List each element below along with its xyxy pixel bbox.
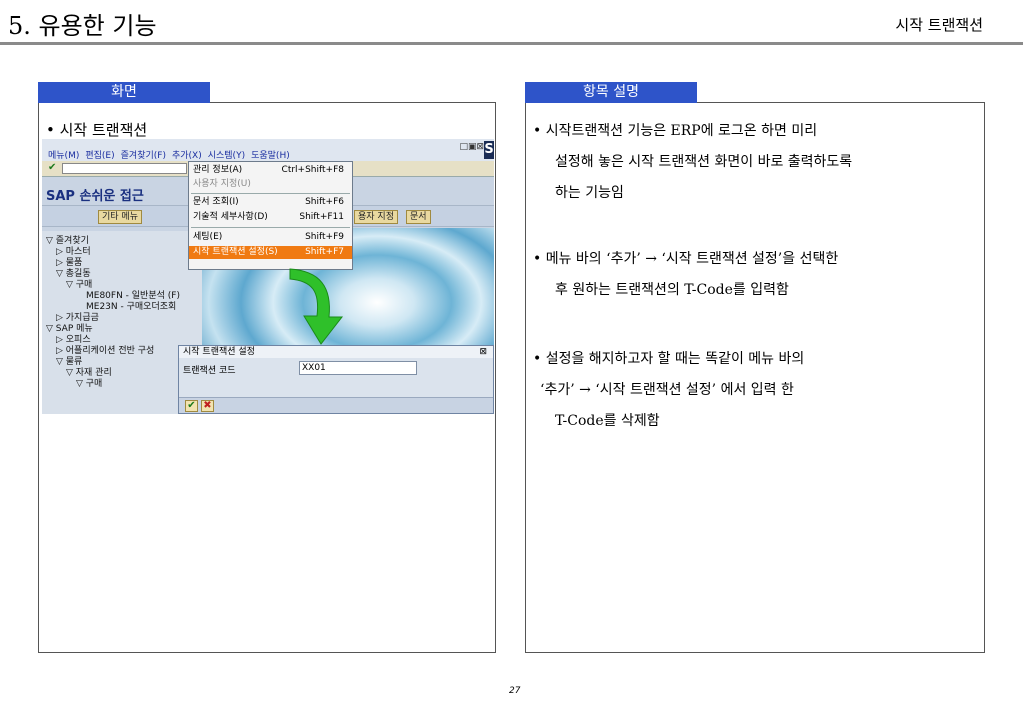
left-panel-tab: 화면 <box>38 82 210 103</box>
desc-line: T-Code를 삭제함 <box>555 413 660 429</box>
desc-line: 설정해 놓은 시작 트랜잭션 화면이 바로 출력하도록 <box>555 154 853 170</box>
page-title: 5. 유용한 기능 <box>8 12 157 40</box>
left-panel-bullet: • 시작 트랜잭션 <box>46 121 148 139</box>
page-subtitle: 시작 트랜잭션 <box>895 16 983 34</box>
desc-line: • 시작트랜잭션 기능은 ERP에 로그온 하면 미리 <box>533 123 818 139</box>
green-arrow-icon <box>289 268 344 345</box>
page-number: 27 <box>509 686 521 696</box>
title-rule <box>0 42 1023 45</box>
desc-line: • 설정을 해지하고자 할 때는 똑같이 메뉴 바의 <box>533 351 805 367</box>
desc-line: ‘추가’ → ‘시작 트랜잭션 설정’ 에서 입력 한 <box>540 382 794 398</box>
desc-line: 후 원하는 트랜잭션의 T-Code를 입력함 <box>555 282 789 298</box>
sap-screenshot: 메뉴(M) 편집(E) 즐겨찾기(F) 추가(X) 시스템(Y) 도움말(H) … <box>42 139 494 414</box>
right-panel-tab: 항목 설명 <box>525 82 697 103</box>
desc-line: 하는 기능임 <box>555 185 624 201</box>
desc-line: • 메뉴 바의 ‘추가’ → ‘시작 트랜잭션 설정’을 선택한 <box>533 251 839 267</box>
